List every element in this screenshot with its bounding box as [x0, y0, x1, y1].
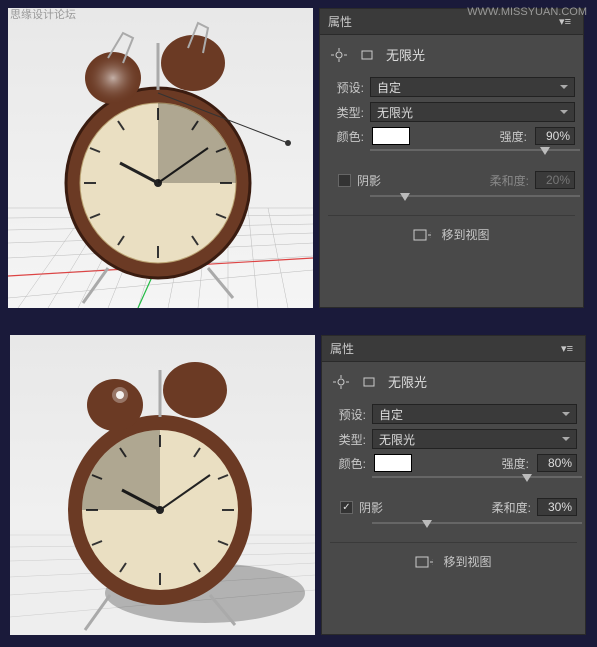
panel-header: 属性 ▾≡ [322, 336, 585, 362]
type-label: 类型: [328, 104, 364, 121]
scene-icon[interactable] [358, 47, 376, 63]
preset-label: 预设: [330, 406, 366, 423]
light-title: 无限光 [388, 372, 427, 391]
shadow-label: 阴影 [359, 499, 383, 516]
intensity-value[interactable]: 90% [535, 127, 575, 145]
preset-dropdown[interactable]: 自定 [370, 77, 575, 97]
softness-slider[interactable] [372, 520, 582, 534]
intensity-label: 强度: [500, 128, 527, 145]
move-to-view-icon[interactable] [413, 227, 431, 243]
softness-label: 柔和度: [490, 172, 529, 189]
color-swatch[interactable] [374, 454, 412, 472]
move-to-view-label[interactable]: 移到视图 [443, 553, 491, 570]
type-dropdown[interactable]: 无限光 [372, 429, 577, 449]
panel-menu-icon[interactable]: ▾≡ [557, 342, 577, 355]
viewport-top[interactable] [8, 8, 313, 308]
color-swatch[interactable] [372, 127, 410, 145]
softness-slider [370, 193, 580, 207]
color-label: 颜色: [328, 128, 364, 145]
watermark-url: WWW.MISSYUAN.COM [467, 6, 587, 18]
light-title: 无限光 [386, 45, 425, 64]
panel-title: 属性 [330, 340, 354, 357]
softness-value[interactable]: 30% [537, 498, 577, 516]
color-label: 颜色: [330, 455, 366, 472]
preset-dropdown[interactable]: 自定 [372, 404, 577, 424]
shadow-label: 阴影 [357, 172, 381, 189]
light-icon[interactable] [332, 374, 350, 390]
shadow-checkbox[interactable] [338, 174, 351, 187]
preset-label: 预设: [328, 79, 364, 96]
intensity-label: 强度: [502, 455, 529, 472]
light-icon[interactable] [330, 47, 348, 63]
intensity-slider[interactable] [370, 147, 580, 161]
intensity-value[interactable]: 80% [537, 454, 577, 472]
panel-title: 属性 [328, 13, 352, 30]
move-to-view-icon[interactable] [415, 554, 433, 570]
scene-icon[interactable] [360, 374, 378, 390]
type-label: 类型: [330, 431, 366, 448]
softness-label: 柔和度: [492, 499, 531, 516]
viewport-bottom[interactable] [10, 335, 315, 635]
properties-panel-top: 属性 ▾≡ 无限光 预设: 自定 类型: 无限光 颜色 [319, 8, 584, 308]
intensity-slider[interactable] [372, 474, 582, 488]
softness-value: 20% [535, 171, 575, 189]
type-dropdown[interactable]: 无限光 [370, 102, 575, 122]
properties-panel-bottom: 属性 ▾≡ 无限光 预设: 自定 类型: 无限光 颜色 [321, 335, 586, 635]
shadow-checkbox[interactable]: ✓ [340, 501, 353, 514]
move-to-view-label[interactable]: 移到视图 [441, 226, 489, 243]
watermark-site: 思缘设计论坛 [10, 6, 76, 22]
